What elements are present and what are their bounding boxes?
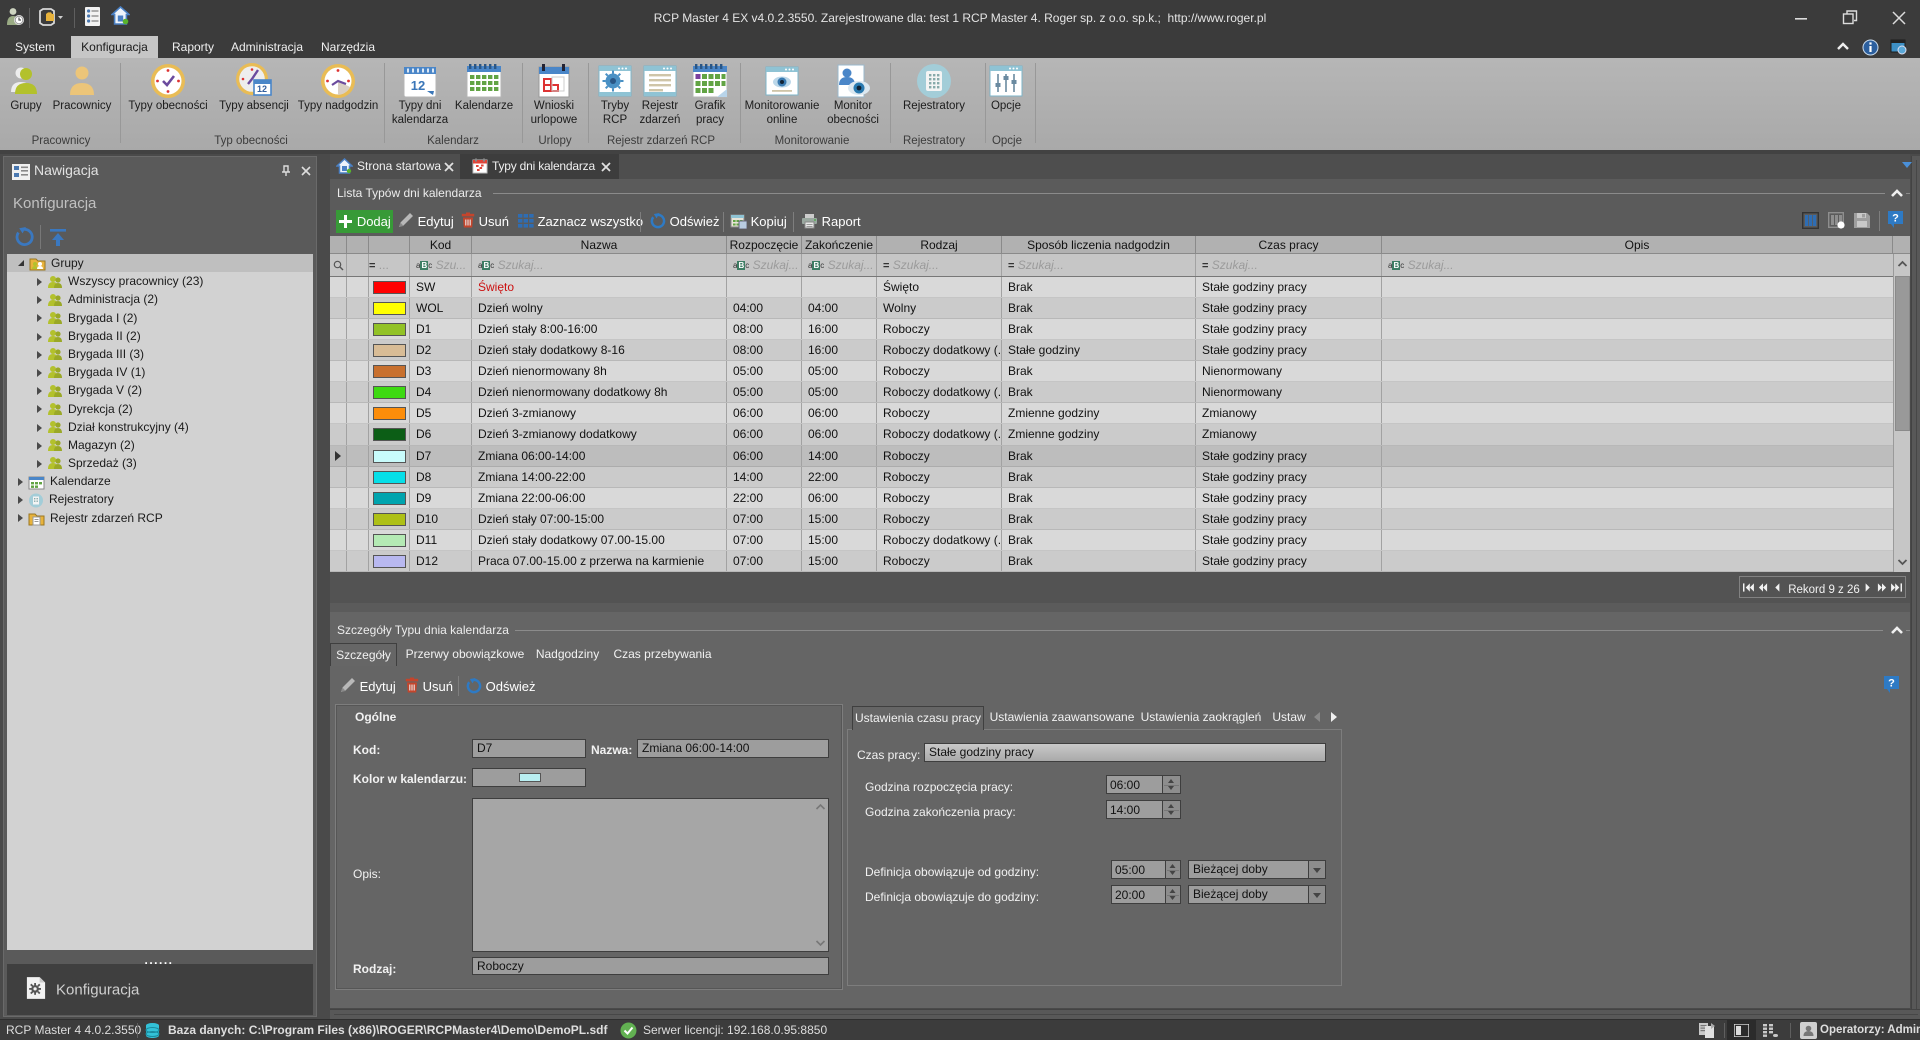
svg-text:?: ? [1892, 213, 1899, 225]
svg-text:12: 12 [411, 78, 425, 93]
svg-text:?: ? [1888, 678, 1895, 690]
svg-text:12: 12 [257, 84, 267, 94]
